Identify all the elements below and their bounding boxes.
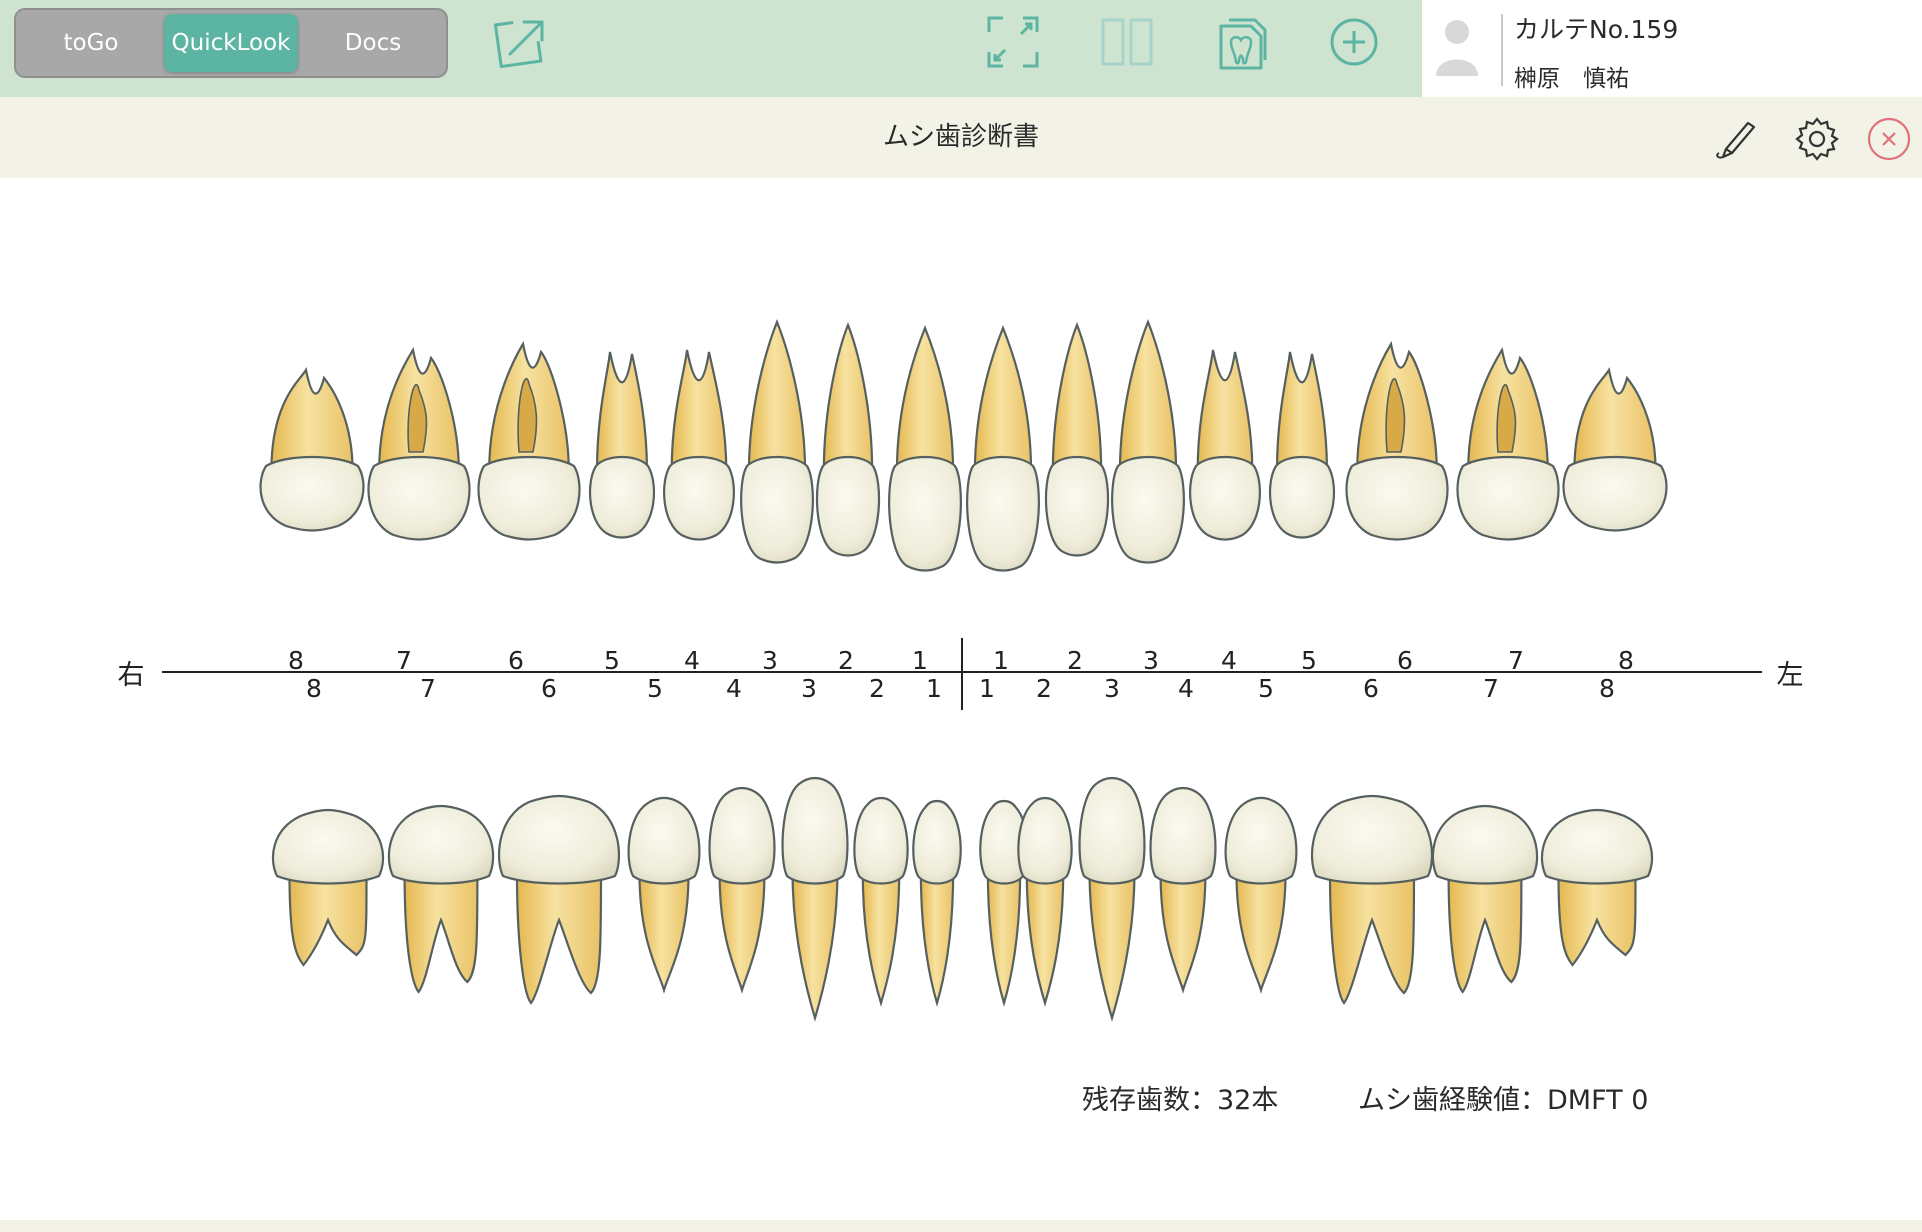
segmented-control: toGo QuickLook Docs xyxy=(14,8,448,78)
upper-tooth[interactable] xyxy=(1189,349,1261,541)
upper-tooth-number: 6 xyxy=(1397,646,1413,675)
lower-tooth-number: 4 xyxy=(1178,674,1194,703)
lower-tooth-number: 1 xyxy=(979,674,995,703)
lower-tooth[interactable] xyxy=(497,794,621,1005)
upper-tooth-number: 5 xyxy=(1301,646,1317,675)
lower-tooth[interactable] xyxy=(1149,786,1217,994)
lower-tooth[interactable] xyxy=(912,799,962,1007)
lower-tooth-number: 3 xyxy=(1104,674,1120,703)
lower-tooth[interactable] xyxy=(1078,776,1146,1022)
upper-tooth[interactable] xyxy=(1562,366,1668,532)
lower-tooth[interactable] xyxy=(1540,808,1654,967)
lower-tooth-number: 6 xyxy=(541,674,557,703)
patient-divider xyxy=(1501,14,1503,86)
external-edit-icon[interactable] xyxy=(486,10,550,74)
upper-tooth[interactable] xyxy=(259,366,365,532)
upper-tooth-number: 4 xyxy=(684,646,700,675)
lower-tooth[interactable] xyxy=(1224,796,1298,994)
avatar-icon xyxy=(1432,18,1482,80)
gear-icon[interactable] xyxy=(1793,115,1841,163)
upper-tooth[interactable] xyxy=(477,340,581,541)
upper-tooth-number: 5 xyxy=(604,646,620,675)
upper-tooth-number: 8 xyxy=(288,646,304,675)
upper-tooth[interactable] xyxy=(1345,340,1449,541)
dmft-value: ムシ歯経験値：DMFT 0 xyxy=(1358,1085,1649,1116)
lower-tooth-number: 7 xyxy=(1483,674,1499,703)
lower-tooth-number: 5 xyxy=(647,674,663,703)
upper-tooth[interactable] xyxy=(1111,319,1185,564)
lower-tooth-number: 6 xyxy=(1363,674,1379,703)
segment-togo[interactable]: toGo xyxy=(20,14,162,72)
pen-icon[interactable] xyxy=(1710,115,1758,163)
upper-tooth[interactable] xyxy=(740,319,814,564)
bottom-strip xyxy=(0,1220,1922,1232)
upper-tooth[interactable] xyxy=(1044,322,1110,557)
upper-tooth[interactable] xyxy=(815,322,881,557)
lower-tooth[interactable] xyxy=(1017,796,1073,1007)
upper-tooth[interactable] xyxy=(589,351,655,539)
lower-tooth-number: 8 xyxy=(1599,674,1615,703)
upper-tooth-number: 7 xyxy=(1508,646,1524,675)
add-circle-icon[interactable] xyxy=(1322,10,1386,74)
lower-tooth-number: 7 xyxy=(420,674,436,703)
chart-number: カルテNo.159 xyxy=(1514,15,1679,44)
top-toolbar: toGo QuickLook Docs xyxy=(0,0,1422,97)
lower-tooth-number: 2 xyxy=(869,674,885,703)
lower-tooth-number: 1 xyxy=(926,674,942,703)
upper-tooth-number: 4 xyxy=(1221,646,1237,675)
lower-tooth-number: 5 xyxy=(1258,674,1274,703)
upper-tooth-number: 3 xyxy=(1143,646,1159,675)
page-title: ムシ歯診断書 xyxy=(882,122,1039,152)
remaining-teeth-count: 残存歯数：32本 xyxy=(1082,1085,1279,1116)
lower-tooth-number: 2 xyxy=(1036,674,1052,703)
upper-tooth[interactable] xyxy=(966,325,1040,572)
upper-tooth-number: 8 xyxy=(1618,646,1634,675)
lower-tooth[interactable] xyxy=(1310,794,1434,1005)
fullscreen-icon[interactable] xyxy=(981,10,1045,74)
lower-teeth xyxy=(271,776,1654,1022)
lower-tooth[interactable] xyxy=(708,786,776,994)
upper-tooth[interactable] xyxy=(663,349,735,541)
upper-tooth-number: 1 xyxy=(993,646,1009,675)
upper-tooth-number: 2 xyxy=(838,646,854,675)
split-view-icon[interactable] xyxy=(1095,10,1159,74)
upper-tooth[interactable] xyxy=(367,346,471,541)
upper-tooth[interactable] xyxy=(888,325,962,572)
upper-tooth-number: 1 xyxy=(912,646,928,675)
patient-panel[interactable]: カルテNo.159 榊原 慎祐 xyxy=(1422,0,1922,97)
lower-tooth[interactable] xyxy=(387,804,495,994)
title-bar: ムシ歯診断書 xyxy=(0,97,1922,178)
segment-docs[interactable]: Docs xyxy=(302,14,444,72)
lower-tooth-number: 4 xyxy=(726,674,742,703)
stats-bar: 残存歯数：32本 ムシ歯経験値：DMFT 0 xyxy=(0,1078,1922,1128)
lower-tooth[interactable] xyxy=(781,776,849,1022)
lower-tooth[interactable] xyxy=(853,796,909,1007)
segment-quicklook[interactable]: QuickLook xyxy=(164,14,298,72)
upper-teeth xyxy=(259,319,1668,572)
right-side-label: 右 xyxy=(118,660,145,691)
close-icon[interactable] xyxy=(1865,115,1913,163)
lower-tooth-number: 8 xyxy=(306,674,322,703)
left-side-label: 左 xyxy=(1777,660,1804,691)
lower-tooth[interactable] xyxy=(627,796,701,994)
lower-tooth[interactable] xyxy=(1431,804,1539,994)
upper-tooth[interactable] xyxy=(1269,351,1335,539)
dental-chart: 右 左 8 7 6 5 4 3 2 1 1 2 3 4 5 6 7 88 7 6 5 4 3 2 1 1 2 3 4 5 6 7 8 xyxy=(118,319,1804,1022)
lower-tooth[interactable] xyxy=(271,808,385,967)
upper-tooth-number: 6 xyxy=(508,646,524,675)
upper-tooth-number: 2 xyxy=(1067,646,1083,675)
patient-name: 榊原 慎祐 xyxy=(1514,66,1629,92)
upper-tooth-number: 7 xyxy=(396,646,412,675)
lower-tooth-number: 3 xyxy=(801,674,817,703)
upper-tooth-number: 3 xyxy=(762,646,778,675)
upper-tooth[interactable] xyxy=(1456,346,1560,541)
tooth-document-icon[interactable] xyxy=(1209,10,1273,74)
